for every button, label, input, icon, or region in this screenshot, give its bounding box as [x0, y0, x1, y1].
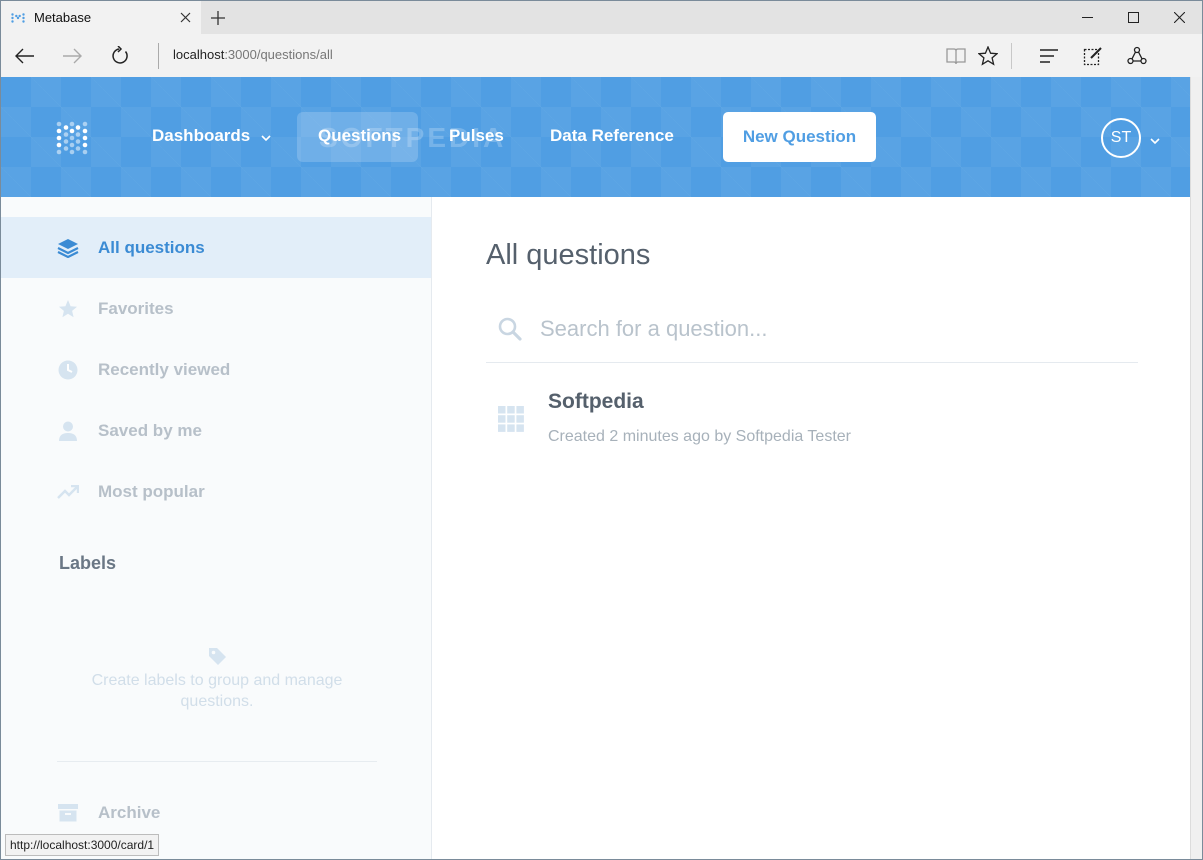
back-icon[interactable] — [9, 40, 41, 72]
maximize-icon[interactable] — [1110, 1, 1156, 34]
archive-icon — [57, 802, 79, 824]
refresh-icon[interactable] — [104, 40, 136, 72]
tag-icon — [207, 646, 227, 671]
chevron-down-icon — [261, 127, 271, 147]
labels-empty-message: Create labels to group and manage questi… — [91, 672, 343, 710]
metabase-favicon-icon — [11, 11, 25, 25]
browser-toolbar: localhost:3000/questions/all — [1, 34, 1202, 77]
browser-tab[interactable]: Metabase — [1, 1, 201, 34]
sidebar-item-label: Saved by me — [98, 420, 202, 440]
sidebar-item-most-popular[interactable]: Most popular — [1, 461, 431, 522]
sidebar: All questions Favorites Recently viewed … — [1, 197, 432, 859]
sidebar-item-label: Most popular — [98, 481, 205, 501]
table-icon — [498, 406, 524, 437]
tab-bar: Metabase — [1, 1, 1202, 34]
status-bar-url: http://localhost:3000/card/1 — [5, 834, 160, 856]
app-header: Dashboards SOFTPEDIA Questions Pulses Da… — [1, 77, 1190, 197]
nav-dashboards[interactable]: Dashboards — [152, 126, 271, 147]
browser-window: Metabase localhost:3000/questions/all Da… — [0, 0, 1203, 860]
favorite-star-icon[interactable] — [972, 40, 1004, 72]
nav-data-reference[interactable]: Data Reference — [550, 126, 674, 146]
vertical-scrollbar[interactable] — [1190, 77, 1202, 859]
user-avatar[interactable]: ST — [1101, 118, 1141, 158]
clock-icon — [57, 359, 79, 381]
address-bar[interactable]: localhost:3000/questions/all — [173, 47, 333, 62]
nav-pulses[interactable]: Pulses — [449, 126, 504, 146]
page-title: All questions — [486, 239, 651, 271]
sidebar-item-favorites[interactable]: Favorites — [1, 278, 431, 339]
sidebar-item-recently-viewed[interactable]: Recently viewed — [1, 339, 431, 400]
sidebar-item-all-questions[interactable]: All questions — [1, 217, 431, 278]
search-icon — [498, 317, 522, 346]
sidebar-divider — [57, 761, 377, 762]
forward-icon[interactable] — [56, 40, 88, 72]
star-icon — [57, 298, 79, 320]
user-menu-chevron-icon[interactable] — [1150, 132, 1160, 150]
close-tab-icon[interactable] — [175, 8, 195, 28]
trending-icon — [57, 481, 79, 503]
hub-icon[interactable] — [1033, 40, 1065, 72]
sidebar-item-saved-by-me[interactable]: Saved by me — [1, 400, 431, 461]
new-question-button[interactable]: New Question — [723, 112, 876, 162]
sidebar-item-label: Recently viewed — [98, 359, 231, 379]
question-meta: Created 2 minutes ago by Softpedia Teste… — [548, 428, 851, 445]
address-separator — [158, 43, 159, 69]
nav-dashboards-label: Dashboards — [152, 126, 251, 145]
tab-title: Metabase — [34, 10, 92, 25]
new-tab-icon[interactable] — [206, 6, 230, 30]
share-icon[interactable] — [1121, 40, 1153, 72]
question-list-item[interactable]: Softpedia Created 2 minutes ago by Softp… — [486, 381, 1138, 461]
search-bar — [486, 301, 1138, 363]
sidebar-item-label: Favorites — [98, 298, 174, 318]
web-note-icon[interactable] — [1077, 40, 1109, 72]
search-input[interactable] — [540, 311, 1120, 347]
minimize-icon[interactable] — [1064, 1, 1110, 34]
close-window-icon[interactable] — [1156, 1, 1202, 34]
nav-questions[interactable]: Questions — [318, 126, 401, 146]
sidebar-item-label: Archive — [98, 802, 161, 822]
sidebar-item-label: All questions — [98, 237, 205, 257]
stack-icon — [57, 237, 79, 259]
toolbar-separator — [1011, 43, 1012, 69]
reading-view-icon[interactable] — [940, 40, 972, 72]
question-title[interactable]: Softpedia — [548, 390, 644, 414]
address-path: :3000/questions/all — [224, 47, 333, 62]
address-host: localhost — [173, 47, 225, 62]
metabase-logo-icon[interactable] — [56, 121, 88, 155]
labels-heading: Labels — [59, 553, 117, 573]
person-icon — [57, 420, 79, 442]
